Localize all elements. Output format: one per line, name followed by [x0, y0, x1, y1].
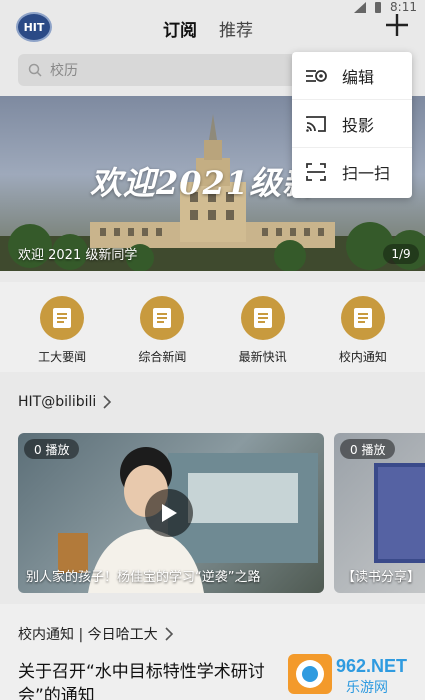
video-title: 【读书分享】 [342, 570, 421, 585]
menu-item-label: 投影 [342, 115, 375, 135]
quick-item-latest-flash[interactable]: 最新快讯 [218, 296, 308, 372]
section-title: 校内通知 | 今日哈工大 [18, 627, 158, 643]
top-nav: HIT 订阅 推荐 [0, 10, 425, 44]
site-watermark-logo: 962.NET 乐游网 [288, 654, 407, 696]
app-logo[interactable]: HIT [16, 12, 52, 42]
quick-item-campus-notice[interactable]: 校内通知 [318, 296, 408, 372]
search-icon [28, 63, 42, 77]
section-header-bilibili[interactable]: HIT@bilibili [18, 394, 112, 410]
play-icon[interactable] [145, 489, 193, 537]
video-carousel[interactable]: 0 播放 别人家的孩子！杨佳宝的学习“逆袭”之路 0 播放 【读书分享】 [18, 433, 425, 593]
quick-item-label: 综合新闻 [138, 350, 187, 364]
tab-bar: 订阅 推荐 [163, 16, 253, 41]
tab-recommend[interactable]: 推荐 [219, 16, 253, 41]
plus-icon[interactable] [384, 12, 410, 38]
banner-headline: 欢迎2021级新 [90, 164, 316, 202]
video-card[interactable]: 0 播放 别人家的孩子！杨佳宝的学习“逆袭”之路 [18, 433, 324, 593]
document-icon [340, 296, 385, 340]
tab-subscribe[interactable]: 订阅 [163, 16, 197, 41]
plus-dropdown-menu: 编辑 投影 扫一扫 [292, 52, 412, 198]
section-header-notice[interactable]: 校内通知 | 今日哈工大 [18, 624, 174, 644]
play-count-badge: 0 播放 [24, 439, 80, 459]
section-title: HIT@bilibili [18, 394, 97, 410]
news-headline[interactable]: 关于召开“水中目标特性学术研讨会”的通知 [18, 660, 288, 700]
menu-item-label: 编辑 [342, 67, 375, 87]
edit-icon [306, 69, 327, 82]
svg-text:乐游网: 乐游网 [346, 680, 388, 696]
quick-item-label: 最新快讯 [238, 350, 287, 364]
scan-icon [306, 163, 326, 181]
play-count-badge: 0 播放 [340, 439, 396, 459]
document-icon [140, 296, 185, 340]
menu-item-cast[interactable]: 投影 [292, 100, 412, 148]
banner-caption: 欢迎 2021 级新同学 [18, 248, 138, 263]
menu-item-edit[interactable]: 编辑 [292, 52, 412, 100]
document-icon [240, 296, 285, 340]
document-icon [40, 296, 85, 340]
cast-icon [306, 115, 326, 132]
menu-item-label: 扫一扫 [342, 164, 391, 183]
banner-counter: 1/9 [383, 244, 419, 264]
quick-item-general-news[interactable]: 综合新闻 [117, 296, 207, 372]
chevron-right-icon [103, 395, 112, 409]
menu-item-scan[interactable]: 扫一扫 [292, 148, 412, 196]
quick-menu: 工大要闻 综合新闻 最新快讯 校内通知 [0, 282, 425, 372]
video-card[interactable]: 0 播放 【读书分享】 [334, 433, 425, 593]
chevron-right-icon [165, 627, 173, 641]
quick-item-hit-news[interactable]: 工大要闻 [17, 296, 107, 372]
svg-text:962.NET: 962.NET [336, 656, 407, 676]
quick-item-label: 校内通知 [338, 350, 387, 364]
video-title: 别人家的孩子！杨佳宝的学习“逆袭”之路 [26, 570, 261, 585]
search-placeholder: 校历 [50, 63, 78, 79]
quick-item-label: 工大要闻 [38, 350, 87, 364]
